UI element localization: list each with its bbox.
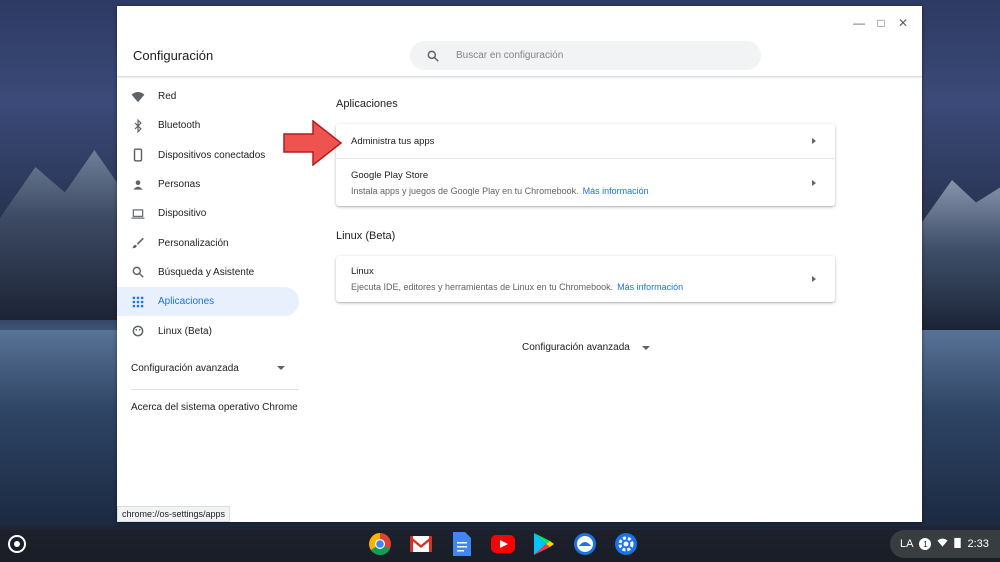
linux-description: Ejecuta IDE, editores y herramientas de … bbox=[351, 282, 835, 292]
settings-icon[interactable] bbox=[612, 530, 640, 558]
phone-icon bbox=[131, 148, 145, 162]
play-store-row[interactable]: Google Play Store Instala apps y juegos … bbox=[336, 158, 835, 206]
advanced-settings-toggle[interactable]: Configuración avanzada bbox=[522, 342, 650, 353]
gmail-icon[interactable] bbox=[407, 530, 435, 558]
play-store-description: Instala apps y juegos de Google Play en … bbox=[351, 186, 835, 196]
settings-header: — □ ✕ Configuración bbox=[117, 6, 922, 77]
wallpaper-mountain-left bbox=[0, 150, 118, 320]
brush-icon bbox=[131, 236, 145, 250]
sidebar-item-busqueda[interactable]: Búsqueda y Asistente bbox=[117, 258, 299, 287]
sidebar-item-label: Aplicaciones bbox=[158, 296, 215, 308]
settings-window: — □ ✕ Configuración Red Bluetooth Dispos… bbox=[117, 6, 922, 522]
sidebar-item-linux[interactable]: Linux (Beta) bbox=[117, 316, 299, 345]
page-title: Configuración bbox=[133, 48, 214, 63]
chevron-right-icon bbox=[812, 276, 816, 282]
sidebar-item-personalizacion[interactable]: Personalización bbox=[117, 228, 299, 257]
docs-icon[interactable] bbox=[448, 530, 476, 558]
play-store-more-info-link[interactable]: Más información bbox=[583, 186, 649, 196]
apps-grid-icon bbox=[131, 295, 145, 309]
chrome-icon[interactable] bbox=[366, 530, 394, 558]
battery-icon bbox=[954, 537, 962, 551]
advanced-settings-label: Configuración avanzada bbox=[522, 342, 630, 353]
keyboard-layout: LA bbox=[900, 538, 914, 550]
wallpaper-mountain-right bbox=[920, 180, 1000, 330]
sidebar-item-dispositivo[interactable]: Dispositivo bbox=[117, 199, 299, 228]
launcher-button[interactable] bbox=[8, 535, 26, 553]
linux-card: Linux Ejecuta IDE, editores y herramient… bbox=[336, 256, 835, 302]
sidebar-item-aplicaciones[interactable]: Aplicaciones bbox=[117, 287, 299, 317]
sidebar-item-label: Dispositivos conectados bbox=[158, 149, 266, 161]
play-store-icon[interactable] bbox=[530, 530, 558, 558]
sidebar-item-label: Personalización bbox=[158, 237, 229, 249]
section-title-linux: Linux (Beta) bbox=[336, 230, 396, 242]
manage-apps-title: Administra tus apps bbox=[351, 135, 435, 147]
status-tray[interactable]: LA 1 2:33 bbox=[890, 530, 1000, 558]
clock: 2:33 bbox=[967, 538, 989, 550]
sidebar-item-label: Dispositivo bbox=[158, 208, 207, 220]
sidebar-advanced-toggle[interactable]: Configuración avanzada bbox=[117, 352, 299, 385]
linux-desc-text: Ejecuta IDE, editores y herramientas de … bbox=[351, 282, 614, 292]
sidebar-item-about[interactable]: Acerca del sistema operativo Chrome bbox=[117, 390, 299, 426]
red-arrow-annotation-icon bbox=[283, 120, 343, 166]
search-box[interactable] bbox=[410, 41, 761, 70]
sidebar-advanced-label: Configuración avanzada bbox=[131, 362, 239, 374]
chevron-down-icon bbox=[277, 366, 285, 371]
window-controls: — □ ✕ bbox=[848, 12, 914, 34]
search-icon bbox=[131, 265, 145, 279]
files-icon[interactable] bbox=[571, 530, 599, 558]
close-button[interactable]: ✕ bbox=[892, 12, 914, 34]
chevron-right-icon bbox=[812, 138, 816, 144]
sidebar-item-label: Linux (Beta) bbox=[158, 325, 212, 337]
chevron-down-icon bbox=[641, 345, 650, 350]
status-url: chrome://os-settings/apps bbox=[117, 506, 231, 522]
youtube-icon[interactable] bbox=[489, 530, 517, 558]
sidebar: Red Bluetooth Dispositivos conectados Pe… bbox=[117, 82, 299, 426]
bluetooth-icon bbox=[131, 118, 145, 133]
launcher-dot bbox=[14, 541, 20, 547]
sidebar-item-personas[interactable]: Personas bbox=[117, 170, 299, 199]
maximize-button[interactable]: □ bbox=[870, 12, 892, 34]
sidebar-item-red[interactable]: Red bbox=[117, 82, 299, 111]
minimize-button[interactable]: — bbox=[848, 12, 870, 34]
sidebar-item-dispositivos-conectados[interactable]: Dispositivos conectados bbox=[117, 141, 299, 170]
section-title-apps: Aplicaciones bbox=[336, 98, 398, 110]
shelf-apps bbox=[366, 530, 640, 558]
linux-icon bbox=[131, 324, 145, 338]
chevron-right-icon bbox=[812, 179, 816, 186]
play-store-title: Google Play Store bbox=[351, 169, 429, 181]
play-store-desc-text: Instala apps y juegos de Google Play en … bbox=[351, 185, 579, 196]
wifi-icon bbox=[131, 90, 145, 104]
sidebar-item-label: Red bbox=[158, 91, 177, 103]
wifi-icon bbox=[937, 537, 949, 551]
shelf: LA 1 2:33 bbox=[0, 526, 1000, 562]
sidebar-item-label: Bluetooth bbox=[158, 120, 201, 132]
apps-card: Administra tus apps Google Play Store In… bbox=[336, 124, 835, 206]
person-icon bbox=[131, 178, 145, 192]
manage-apps-row[interactable]: Administra tus apps bbox=[336, 124, 835, 158]
linux-title: Linux bbox=[351, 266, 374, 277]
search-input[interactable] bbox=[456, 50, 736, 61]
sidebar-item-label: Búsqueda y Asistente bbox=[158, 266, 255, 278]
laptop-icon bbox=[131, 207, 145, 221]
search-icon bbox=[427, 50, 439, 62]
notification-badge: 1 bbox=[919, 538, 932, 550]
linux-row[interactable]: Linux Ejecuta IDE, editores y herramient… bbox=[336, 256, 835, 302]
sidebar-item-bluetooth[interactable]: Bluetooth bbox=[117, 111, 299, 140]
linux-more-info-link[interactable]: Más información bbox=[617, 282, 683, 292]
sidebar-item-label: Personas bbox=[158, 179, 201, 191]
